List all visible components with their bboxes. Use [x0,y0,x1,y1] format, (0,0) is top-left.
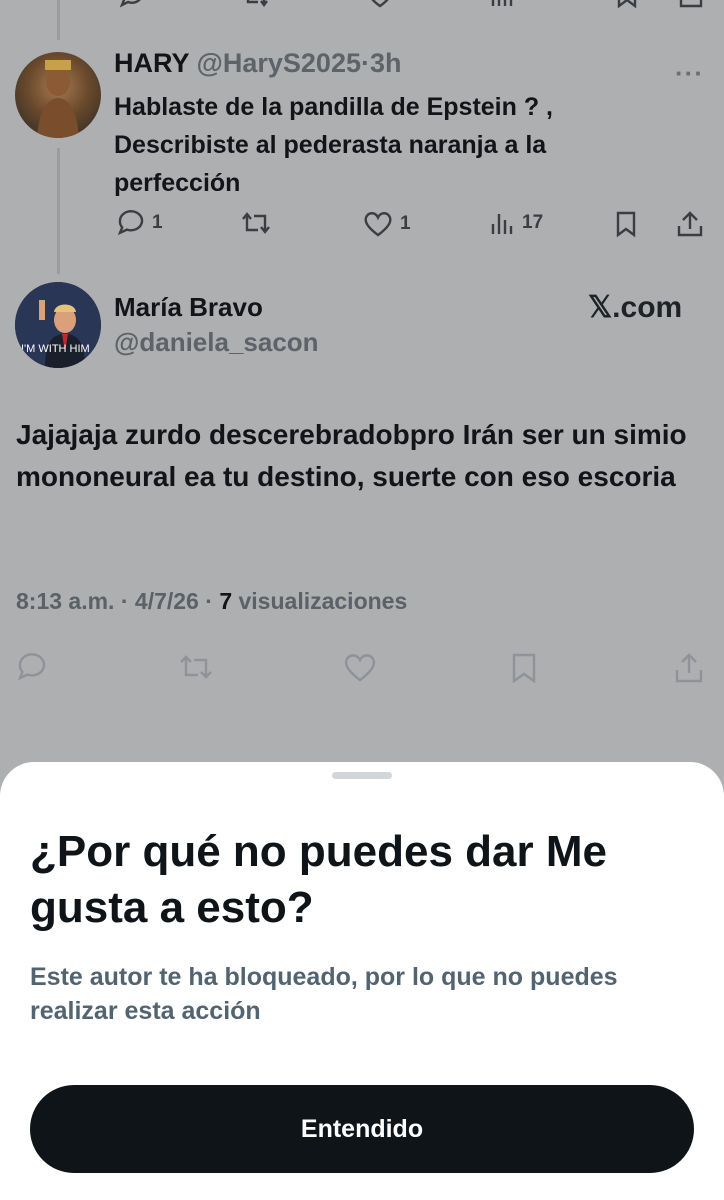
retweet-icon[interactable] [242,0,270,13]
sheet-drag-handle[interactable] [332,772,392,779]
share-button[interactable] [676,210,704,238]
blocked-bottom-sheet: ¿Por qué no puedes dar Me gusta a esto? … [0,762,724,1200]
reply-author-line: HARY @HaryS2025·3h [114,48,402,79]
retweet-icon[interactable] [178,652,214,687]
main-author-name[interactable]: María Bravo [114,292,263,323]
thread-line-bottom [57,148,60,274]
tweet-time[interactable]: 8:13 a.m. [16,588,114,614]
reply-avatar[interactable] [15,52,101,138]
reply-count: 1 [152,212,163,233]
retweet-button[interactable] [240,210,272,236]
retweet-icon [242,212,270,234]
like-icon[interactable] [366,0,394,13]
bookmark-icon[interactable] [510,652,538,689]
reply-author-handle[interactable]: @HaryS2025 [197,48,361,78]
meta-separator: · [120,588,129,614]
reply-time[interactable]: 3h [370,48,402,78]
tweet-metadata: 8:13 a.m. · 4/7/26 · 7 visualizaciones [16,588,407,615]
tweet-date[interactable]: 4/7/26 [135,588,199,614]
views-icon [491,214,513,234]
meta-separator: · [205,588,213,614]
reply-author-name[interactable]: HARY [114,48,189,78]
bookmark-icon[interactable] [616,0,638,13]
views-icon[interactable] [490,0,514,13]
like-icon [364,212,392,237]
understood-button[interactable]: Entendido [30,1085,694,1173]
like-count: 1 [400,213,411,234]
main-author-handle[interactable]: @daniela_sacon [114,327,319,358]
x-brand-watermark: 𝕏.com [588,291,683,324]
reply-icon[interactable] [16,652,48,687]
sheet-description: Este autor te ha bloqueado, por lo que n… [30,963,618,1025]
share-icon [677,211,703,237]
reply-icon[interactable] [118,0,146,13]
main-tweet-avatar[interactable]: I'M WITH HIM [15,282,101,368]
thread-line-top [57,0,60,40]
main-tweet-text: Jajajaja zurdo descerebradobpro Irán ser… [16,419,687,492]
share-icon[interactable] [678,0,704,13]
views-count: 17 [522,212,544,233]
bookmark-icon [616,211,636,238]
avatar-caption: I'M WITH HIM [21,343,90,355]
reply-text: Hablaste de la pandilla de Epstein ? , D… [114,93,554,197]
views-count: 7 [219,588,233,614]
share-icon[interactable] [674,652,704,689]
sheet-title: ¿Por qué no puedes dar Me gusta a esto? [30,827,607,932]
reply-button[interactable]: 1 [116,210,163,236]
reply-separator: · [360,48,370,78]
more-options-icon[interactable]: ··· [675,58,704,89]
views-button[interactable]: 17 [490,210,543,236]
reply-icon [117,210,144,236]
like-icon[interactable] [342,652,378,689]
like-button[interactable]: 1 [362,210,411,238]
bookmark-button[interactable] [614,210,638,238]
views-label: visualizaciones [238,588,408,614]
